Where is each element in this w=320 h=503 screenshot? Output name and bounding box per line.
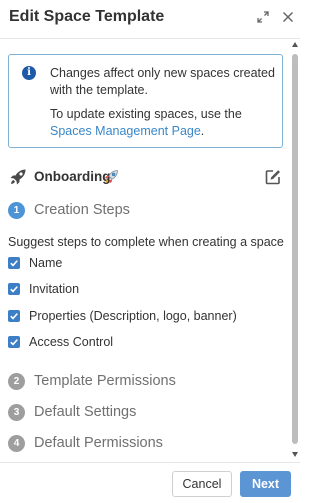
next-button[interactable]: Next: [240, 471, 291, 497]
step-number-badge: 3: [8, 404, 25, 421]
template-section-header: Onboarding: [8, 166, 283, 188]
step-number-badge: 4: [8, 435, 25, 452]
step-label: Default Settings: [34, 404, 137, 420]
checkbox-checked-icon[interactable]: [8, 336, 20, 348]
edit-icon[interactable]: [264, 168, 282, 186]
footer-divider: [0, 462, 300, 463]
option-label: Properties (Description, logo, banner): [29, 309, 237, 323]
option-label: Invitation: [29, 282, 80, 296]
checkbox-checked-icon[interactable]: [8, 257, 20, 269]
step-label: Template Permissions: [34, 373, 176, 389]
dialog-header: Edit Space Template: [0, 0, 300, 36]
step-label: Default Permissions: [34, 435, 163, 451]
step-default-permissions[interactable]: 4 Default Permissions: [8, 434, 283, 454]
info-update-prefix: To update existing spaces, use the: [50, 107, 242, 121]
step-creation-steps[interactable]: 1 Creation Steps: [8, 201, 283, 221]
scroll-up-icon[interactable]: [292, 42, 298, 47]
option-invitation[interactable]: Invitation: [8, 281, 283, 297]
step-default-settings[interactable]: 3 Default Settings: [8, 403, 283, 423]
option-label: Name: [29, 256, 63, 270]
scroll-thumb[interactable]: [292, 54, 298, 444]
template-name: Onboarding: [34, 169, 111, 184]
step-template-permissions[interactable]: 2 Template Permissions: [8, 372, 283, 392]
dialog-title: Edit Space Template: [9, 8, 165, 25]
creation-steps-description: Suggest steps to complete when creating …: [8, 235, 284, 249]
info-message: Changes affect only new spaces created w…: [50, 66, 275, 97]
info-icon: i: [22, 66, 36, 80]
option-label: Access Control: [29, 335, 114, 349]
rocket-icon: [8, 167, 28, 187]
close-icon[interactable]: [281, 10, 295, 24]
checkbox-checked-icon[interactable]: [8, 310, 20, 322]
info-alert: i Changes affect only new spaces created…: [8, 54, 283, 148]
cancel-button[interactable]: Cancel: [172, 471, 232, 497]
scroll-down-icon[interactable]: [292, 452, 298, 457]
header-divider: [0, 38, 300, 39]
step-number-badge: 2: [8, 373, 25, 390]
expand-icon[interactable]: [256, 10, 270, 24]
step-number-badge: 1: [8, 202, 25, 219]
info-update-hint: To update existing spaces, use the Space…: [50, 106, 275, 140]
spaces-management-link[interactable]: Spaces Management Page: [50, 124, 201, 138]
option-access-control[interactable]: Access Control: [8, 334, 283, 350]
checkbox-checked-icon[interactable]: [8, 283, 20, 295]
step-label: Creation Steps: [34, 202, 130, 218]
rocket-emoji-icon: [102, 168, 120, 186]
info-update-suffix: .: [200, 124, 205, 138]
option-properties[interactable]: Properties (Description, logo, banner): [8, 308, 283, 324]
vertical-scrollbar[interactable]: [291, 42, 300, 460]
option-name[interactable]: Name: [8, 255, 283, 271]
